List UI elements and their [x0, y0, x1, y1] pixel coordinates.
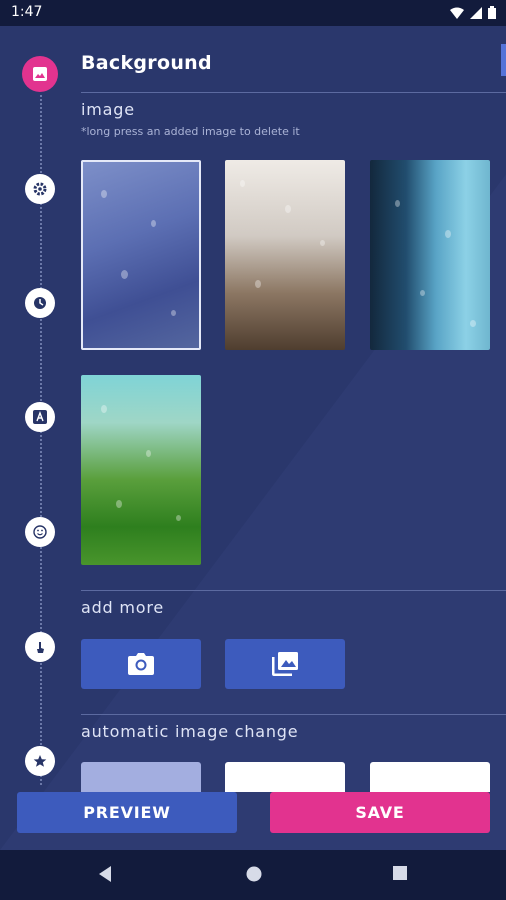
section-title: Background [81, 52, 212, 74]
home-icon[interactable] [245, 865, 263, 883]
auto-change-option-3[interactable] [370, 762, 490, 792]
smiley-icon [33, 525, 47, 539]
add-more-divider [81, 590, 506, 591]
camera-icon [128, 653, 154, 675]
clock-icon [34, 297, 46, 309]
signal-icon [470, 6, 482, 19]
auto-change-option-1[interactable] [81, 762, 201, 792]
star-icon [33, 755, 47, 767]
timeline-step-clock[interactable] [25, 288, 55, 318]
thumbnail-rain-beige[interactable] [225, 160, 345, 350]
timeline-step-touch[interactable] [25, 632, 55, 662]
back-icon[interactable] [97, 865, 113, 883]
gallery-icon [272, 652, 298, 676]
timeline-step-emoji[interactable] [25, 517, 55, 547]
gallery-button[interactable] [225, 639, 345, 689]
thumbnail-rain-blue[interactable] [81, 160, 201, 350]
scroll-indicator [501, 44, 506, 76]
recents-icon[interactable] [392, 865, 408, 881]
gear-icon [33, 182, 47, 196]
preview-button[interactable]: PREVIEW [17, 792, 237, 833]
status-time: 1:47 [11, 4, 43, 20]
delete-hint: *long press an added image to delete it [81, 125, 300, 138]
camera-button[interactable] [81, 639, 201, 689]
image-icon [33, 67, 47, 81]
navigation-bar [0, 850, 506, 900]
timeline-step-settings[interactable] [25, 174, 55, 204]
font-icon [33, 410, 47, 424]
auto-change-option-2[interactable] [225, 762, 345, 792]
wifi-icon [450, 7, 464, 19]
timeline-step-background[interactable] [22, 56, 58, 92]
image-label: image [81, 100, 135, 119]
header-divider [81, 92, 506, 93]
battery-icon [488, 6, 496, 19]
thumbnail-rain-green[interactable] [81, 375, 201, 565]
status-bar: 1:47 [0, 0, 506, 26]
add-more-label: add more [81, 598, 165, 617]
save-button[interactable]: SAVE [270, 792, 490, 833]
touch-icon [37, 642, 44, 653]
timeline-step-font[interactable] [25, 402, 55, 432]
timeline-step-star[interactable] [25, 746, 55, 776]
thumbnail-rain-teal[interactable] [370, 160, 490, 350]
auto-change-divider [81, 714, 506, 715]
auto-change-label: automatic image change [81, 722, 299, 741]
